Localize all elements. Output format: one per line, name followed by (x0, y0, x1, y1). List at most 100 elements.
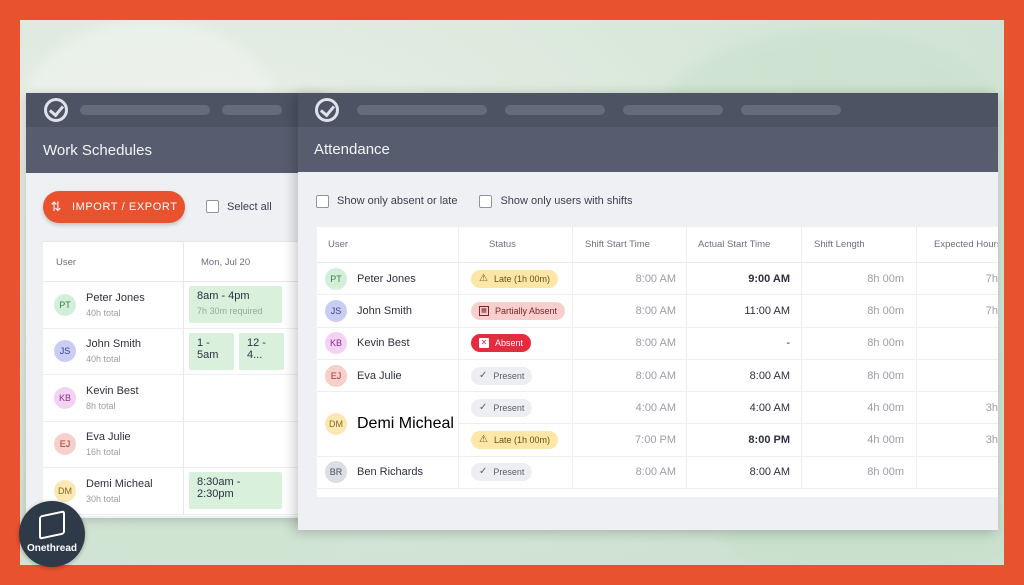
table-row[interactable]: KB Kevin Best ✕ Absent 8:00 AM -8h 00m (317, 327, 998, 360)
nav-placeholder[interactable] (80, 105, 210, 115)
column-header-shift-start[interactable]: Shift Start Time (573, 227, 687, 262)
shift-block[interactable]: 8am - 4pm 7h 30m required (189, 286, 282, 323)
column-header-date[interactable]: Mon, Jul 20 (184, 242, 250, 281)
table-row[interactable]: PT Peter Jones 40h total 8am - 4pm 7h 30m re… (43, 282, 326, 329)
status-badge[interactable]: ✕ Absent (471, 334, 532, 353)
status-badge[interactable]: ⚠ Late (1h 00m) (471, 431, 558, 450)
expected-hours-cell (917, 457, 998, 488)
nav-placeholder[interactable] (623, 105, 723, 115)
avatar[interactable]: DM (325, 413, 347, 435)
column-header-user[interactable]: User (43, 242, 184, 281)
check-icon: ✓ (479, 401, 488, 413)
expected-hours-cell (917, 360, 998, 391)
app-logo-icon[interactable] (315, 98, 339, 122)
avatar[interactable]: BR (325, 461, 347, 484)
checkbox-icon[interactable] (316, 194, 329, 208)
table-row[interactable]: BR Ben Richards ✓ Present 8:00 AM 8:00 AM 8h 0… (317, 456, 998, 490)
top-nav-bar (26, 93, 326, 127)
shift-length-cell: 4h 00m (802, 424, 917, 456)
user-total-hours: 8h total (86, 400, 116, 411)
column-header-status[interactable]: Status (459, 227, 573, 262)
avatar[interactable]: JS (325, 299, 347, 322)
user-name: Kevin Best (357, 337, 410, 350)
page-title: Attendance (298, 127, 998, 172)
app-logo-icon[interactable] (44, 98, 68, 122)
filter-with-shifts-checkbox[interactable]: Show only users with shifts (479, 194, 633, 208)
column-header-actual-start[interactable]: Actual Start Time (687, 227, 802, 262)
user-info: Kevin Best 8h total (86, 385, 139, 411)
page-title: Work Schedules (26, 127, 326, 173)
table-row[interactable]: JS John Smith 40h total 1 - 5am 12 - 4... (43, 328, 326, 375)
shift-start-cell: 8:00 AM (573, 295, 687, 327)
status-cell: ⚠ Late (1h 00m) (459, 263, 573, 295)
column-header-shift-length[interactable]: Shift Length (802, 227, 917, 262)
status-cell: ▦ Partially Absent (459, 295, 573, 327)
user-name: Eva Julie (86, 431, 131, 444)
nav-placeholder[interactable] (357, 105, 487, 115)
user-info: Eva Julie 16h total (86, 431, 131, 457)
status-label: Late (1h 00m) (493, 273, 550, 284)
actual-start-cell: 8:00 AM (687, 456, 802, 489)
avatar[interactable]: EJ (325, 364, 347, 387)
schedule-table: User Mon, Jul 20 PT Peter Jones 40h total 8… (43, 241, 326, 516)
status-badge[interactable]: ✓ Present (471, 398, 533, 417)
user-name: Peter Jones (357, 272, 416, 285)
user-cell-merged: DM Demi Micheal (317, 392, 459, 456)
user-cell: KB Kevin Best 8h total (43, 375, 184, 421)
table-row[interactable]: EJ Eva Julie 16h total (43, 421, 326, 468)
user-info: Demi Micheal 30h total (86, 478, 153, 504)
column-header-expected-hours[interactable]: Expected Hours (917, 227, 998, 262)
user-cell: JS John Smith (317, 295, 459, 327)
checkbox-icon[interactable] (206, 200, 219, 213)
status-badge[interactable]: ⚠ Late (1h 00m) (471, 269, 558, 288)
status-cell: ✓ Present (459, 456, 573, 489)
schedule-table-header: User Mon, Jul 20 (43, 242, 326, 282)
check-icon: ✓ (479, 466, 488, 478)
column-header-user[interactable]: User (317, 227, 459, 262)
status-badge[interactable]: ✓ Present (471, 366, 533, 385)
shift-block[interactable]: 8:30am - 2:30pm (189, 472, 282, 509)
nav-placeholder[interactable] (222, 105, 282, 115)
import-export-button[interactable]: ⇅ IMPORT / EXPORT (43, 191, 185, 223)
table-row[interactable]: PT Peter Jones ⚠ Late (1h 00m) 8:00 AM 9:00 A… (317, 263, 998, 296)
shift-length-cell: 8h 00m (802, 359, 917, 392)
table-row[interactable]: JS John Smith ▦ Partially Absent 8:00 AM 11:0… (317, 295, 998, 328)
status-badge[interactable]: ✓ Present (471, 463, 533, 482)
user-total-hours: 40h total (86, 354, 121, 365)
user-total-hours: 40h total (86, 307, 121, 318)
warning-icon: ⚠ (479, 272, 488, 284)
checkbox-icon[interactable] (479, 194, 493, 208)
shift-block[interactable]: 12 - 4... (239, 332, 284, 370)
actual-start-cell: 4:00 AM (687, 392, 802, 424)
actual-start-cell: 9:00 AM (687, 263, 802, 295)
table-row[interactable]: DM Demi Micheal 30h total 8:30am - 2:30pm (43, 468, 326, 515)
avatar[interactable]: KB (325, 332, 347, 355)
attendance-table: User Status Shift Start Time Actual Star… (317, 227, 998, 497)
shift-block[interactable]: 1 - 5am (189, 332, 234, 370)
nav-placeholder[interactable] (741, 105, 841, 115)
avatar[interactable]: JS (54, 340, 76, 363)
user-name: Demi Micheal (86, 477, 153, 490)
user-total-hours: 16h total (86, 447, 121, 458)
avatar[interactable]: EJ (54, 433, 76, 456)
user-name: Kevin Best (86, 384, 139, 397)
status-label: Present (493, 467, 525, 478)
box-logo-icon (39, 510, 65, 540)
avatar[interactable]: DM (54, 479, 76, 502)
shift-length-cell: 8h 00m (802, 327, 917, 359)
avatar[interactable]: PT (54, 293, 76, 316)
status-label: Present (493, 402, 525, 413)
status-label: Late (1h 00m) (493, 435, 550, 446)
shift-time: 8:30am - 2:30pm (197, 476, 241, 500)
nav-placeholder[interactable] (505, 105, 605, 115)
select-all-checkbox[interactable]: Select all (206, 200, 272, 213)
avatar[interactable]: KB (54, 386, 76, 409)
filter-absent-late-checkbox[interactable]: Show only absent or late (316, 194, 457, 208)
user-cell: JS John Smith 40h total (43, 328, 184, 374)
table-row[interactable]: KB Kevin Best 8h total (43, 375, 326, 422)
actual-start-cell: 8:00 AM (687, 359, 802, 392)
table-row[interactable]: EJ Eva Julie ✓ Present 8:00 AM 8:00 AM 8h 00m (317, 359, 998, 393)
status-label: Partially Absent (495, 305, 558, 316)
avatar[interactable]: PT (325, 267, 347, 290)
status-badge[interactable]: ▦ Partially Absent (471, 301, 566, 320)
